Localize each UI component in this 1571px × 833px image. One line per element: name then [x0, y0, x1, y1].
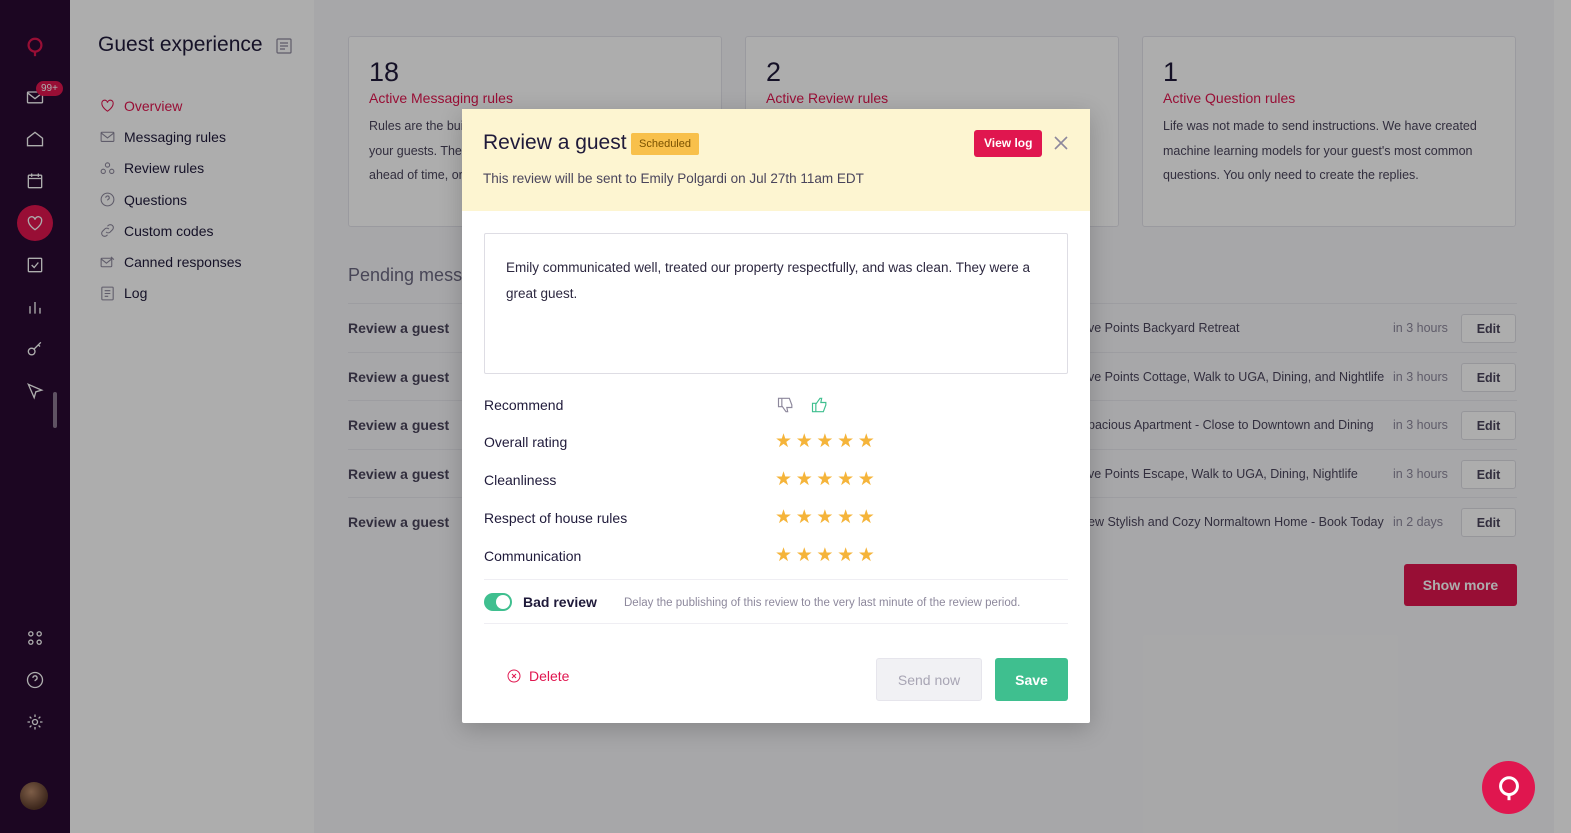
star-icon[interactable]: ★ — [858, 546, 877, 566]
thumbs-down-icon[interactable] — [776, 395, 796, 415]
star-icon[interactable]: ★ — [775, 470, 794, 490]
rating-row-overall: Overall rating ★ ★ ★ ★ ★ — [484, 427, 1068, 457]
star-icon[interactable]: ★ — [816, 546, 835, 566]
rating-label: Respect of house rules — [484, 510, 628, 526]
star-icon[interactable]: ★ — [858, 432, 877, 452]
close-icon[interactable] — [1052, 134, 1070, 152]
star-icon[interactable]: ★ — [816, 470, 835, 490]
modal-title: Review a guest — [483, 131, 627, 154]
rating-label: Communication — [484, 548, 582, 564]
bad-review-toggle[interactable] — [484, 593, 512, 611]
rating-label: Cleanliness — [484, 472, 557, 488]
modal-header: Review a guest Scheduled View log This r… — [462, 109, 1090, 211]
star-icon[interactable]: ★ — [775, 546, 794, 566]
star-rating[interactable]: ★ ★ ★ ★ ★ — [775, 508, 876, 528]
star-rating[interactable]: ★ ★ ★ ★ ★ — [775, 546, 876, 566]
rating-row-cleanliness: Cleanliness ★ ★ ★ ★ ★ — [484, 465, 1068, 495]
rating-row-house-rules: Respect of house rules ★ ★ ★ ★ ★ — [484, 503, 1068, 533]
star-icon[interactable]: ★ — [775, 508, 794, 528]
modal-subtitle: This review will be sent to Emily Polgar… — [483, 171, 864, 186]
star-icon[interactable]: ★ — [775, 432, 794, 452]
divider — [484, 623, 1068, 624]
review-text-field[interactable]: Emily communicated well, treated our pro… — [484, 233, 1068, 374]
star-rating[interactable]: ★ ★ ★ ★ ★ — [775, 432, 876, 452]
review-guest-modal: Review a guest Scheduled View log This r… — [462, 109, 1090, 723]
star-icon[interactable]: ★ — [858, 470, 877, 490]
star-icon[interactable]: ★ — [816, 432, 835, 452]
help-chat-button[interactable] — [1482, 761, 1535, 814]
recommend-label: Recommend — [484, 397, 564, 413]
save-button[interactable]: Save — [995, 658, 1068, 701]
thumbs-up-icon[interactable] — [810, 395, 830, 415]
star-icon[interactable]: ★ — [837, 546, 856, 566]
delete-label: Delete — [529, 668, 570, 684]
status-badge: Scheduled — [631, 133, 699, 155]
view-log-button[interactable]: View log — [974, 130, 1043, 157]
divider — [484, 579, 1068, 580]
rating-row-communication: Communication ★ ★ ★ ★ ★ — [484, 541, 1068, 571]
bad-review-label: Bad review — [523, 594, 597, 610]
star-icon[interactable]: ★ — [837, 432, 856, 452]
delete-button[interactable]: Delete — [506, 668, 569, 684]
send-now-button[interactable]: Send now — [876, 658, 982, 701]
bad-review-description: Delay the publishing of this review to t… — [624, 597, 1021, 609]
star-icon[interactable]: ★ — [837, 508, 856, 528]
star-icon[interactable]: ★ — [796, 470, 815, 490]
recommend-row: Recommend — [484, 390, 1068, 420]
delete-circle-icon — [507, 669, 521, 683]
star-rating[interactable]: ★ ★ ★ ★ ★ — [775, 470, 876, 490]
star-icon[interactable]: ★ — [837, 470, 856, 490]
star-icon[interactable]: ★ — [796, 546, 815, 566]
star-icon[interactable]: ★ — [796, 432, 815, 452]
rating-label: Overall rating — [484, 434, 568, 450]
star-icon[interactable]: ★ — [858, 508, 877, 528]
star-icon[interactable]: ★ — [796, 508, 815, 528]
star-icon[interactable]: ★ — [816, 508, 835, 528]
chat-logo-icon — [1498, 775, 1519, 800]
